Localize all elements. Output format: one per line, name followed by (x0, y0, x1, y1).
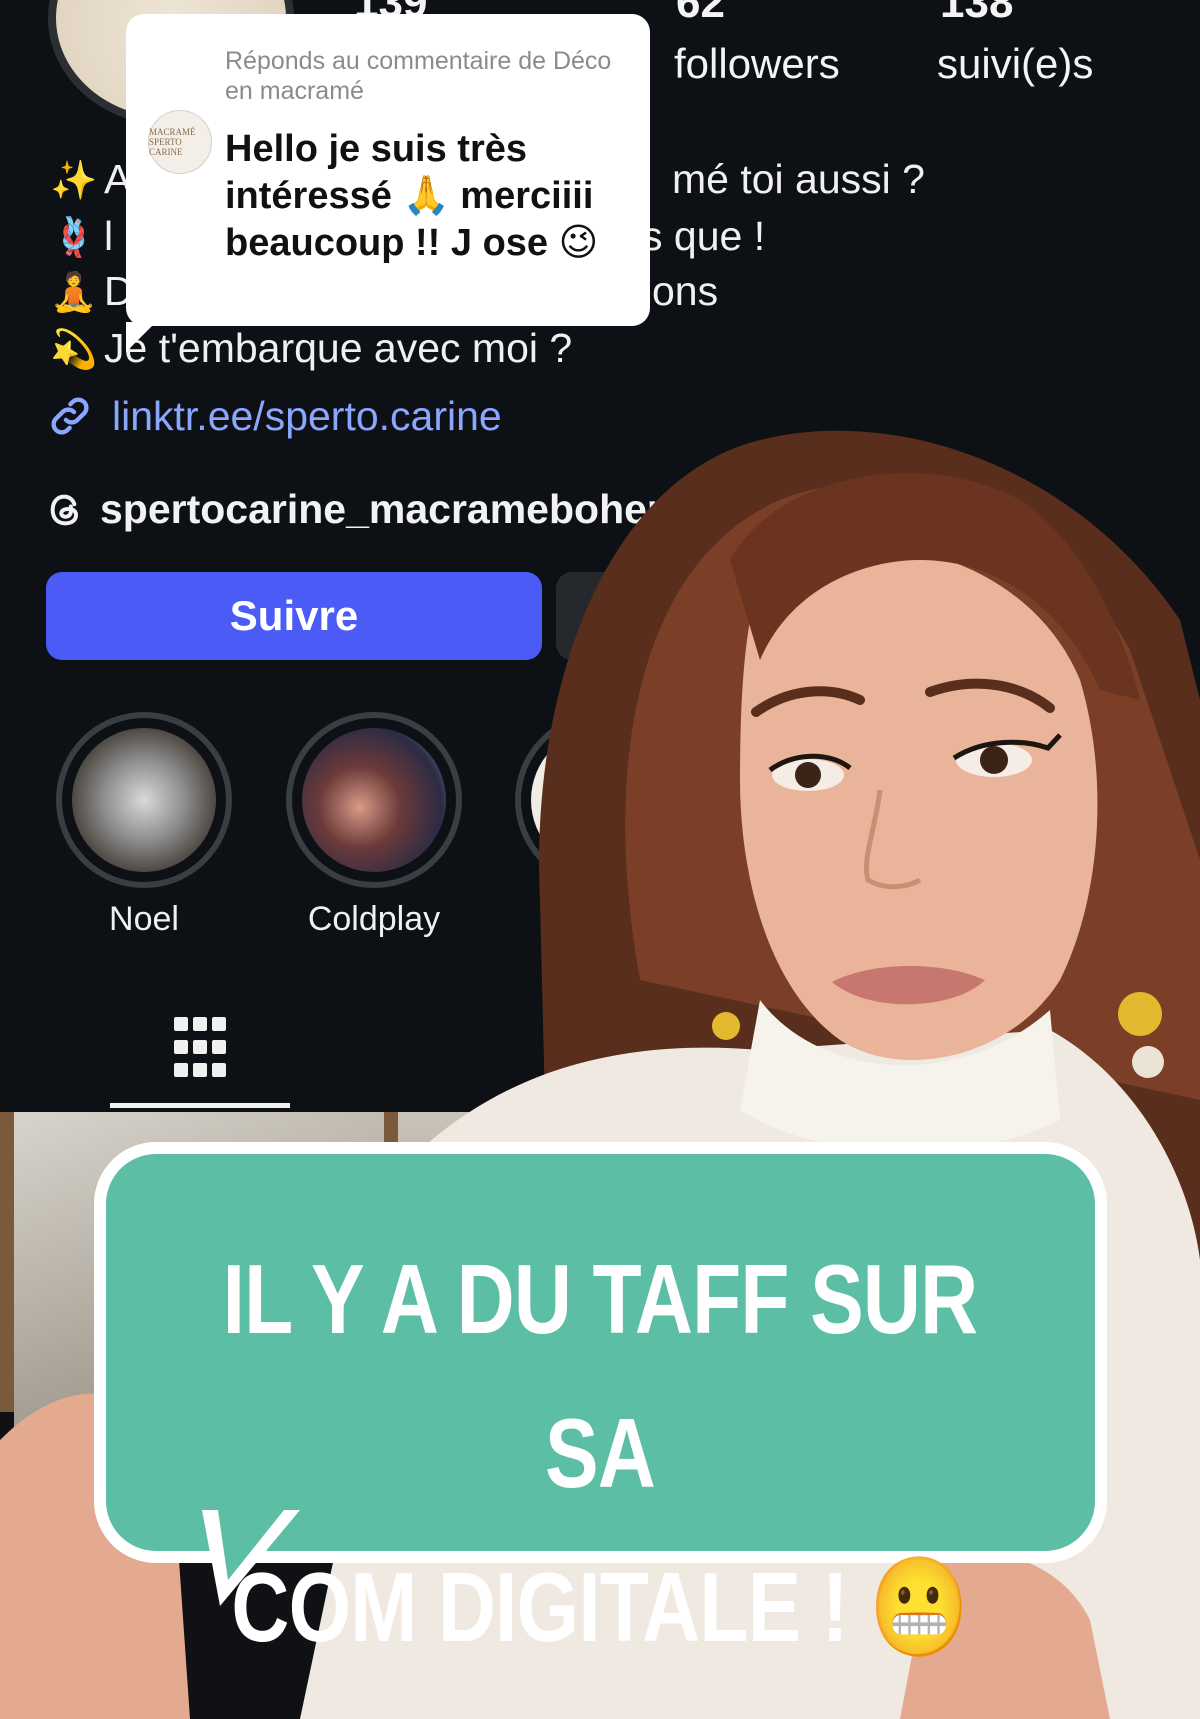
meditation-icon: 🧘 (50, 272, 98, 314)
grid-tab[interactable] (172, 1015, 228, 1086)
follow-button[interactable]: Suivre (46, 572, 542, 660)
highlight-coldplay[interactable] (286, 712, 462, 888)
highlight-coldplay-image (302, 728, 446, 872)
bio-line-3-tail: ons (652, 268, 719, 314)
highlight-noel-label: Noel (109, 900, 179, 938)
commenter-avatar: MACRAMÉ SPERTO CARINE (148, 110, 212, 174)
grid-tab-indicator (110, 1103, 290, 1108)
knot-icon: 🪢 (50, 217, 98, 259)
bio-line-2: 🪢 l (50, 213, 114, 259)
grid-icon (174, 1017, 226, 1077)
reply-comment-card[interactable]: Réponds au commentaire de Déco en macram… (126, 14, 650, 352)
dizzy-star-icon: 💫 (50, 329, 98, 371)
reply-comment-text: Hello je suis très intéressé 🙏 merciiii … (225, 128, 599, 264)
threads-icon (50, 494, 79, 525)
sparkles-icon: ✨ (50, 160, 98, 202)
threads-badge[interactable]: spertocarine_macramebohem (46, 486, 683, 533)
caption-line-2: COM DIGITALE ! 😬 (231, 1552, 969, 1662)
highlight-miss-a-logo: ANA (531, 728, 675, 872)
bio-line-3: 🧘 D (50, 268, 134, 314)
following-count[interactable]: 138 (940, 0, 1013, 28)
followers-count[interactable]: 62 (676, 0, 725, 28)
highlight-coldplay-label: Coldplay (307, 900, 441, 938)
bio-line-1: ✨ A (50, 156, 132, 202)
highlight-miss-a[interactable]: ANA (515, 712, 691, 888)
followers-label[interactable]: followers (674, 40, 840, 88)
highlight-noel[interactable] (56, 712, 232, 888)
profile-link-text[interactable]: linktr.ee/sperto.carine (112, 393, 502, 440)
bio-line-2-tail: s que ! (642, 213, 766, 259)
send-message-button[interactable]: Env (556, 572, 856, 660)
threads-handle[interactable]: spertocarine_macramebohem (100, 486, 683, 533)
reply-header: Réponds au commentaire de Déco en macram… (225, 47, 612, 105)
profile-link[interactable]: linktr.ee/sperto.carine (46, 392, 502, 440)
highlight-miss-a-label: MISS A (547, 900, 661, 938)
caption-line-1: IL Y A DU TAFF SUR SA (222, 1244, 978, 1508)
link-icon (51, 397, 89, 435)
following-label[interactable]: suivi(e)s (937, 40, 1093, 88)
caption-text: IL Y A DU TAFF SUR SA COM DIGITALE ! 😬 (206, 1222, 993, 1684)
bio-line-1-tail: mé toi aussi ? (672, 156, 925, 202)
highlight-noel-image (72, 728, 216, 872)
